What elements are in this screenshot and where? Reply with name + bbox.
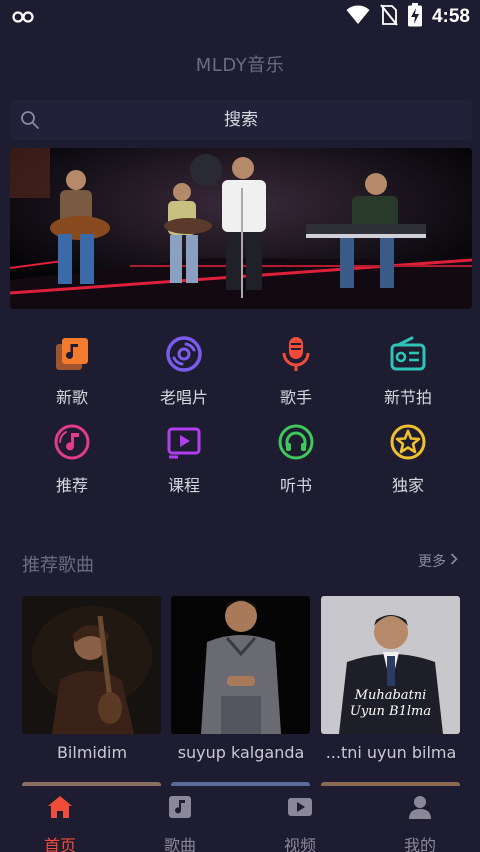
status-bar: 4:58	[0, 0, 480, 34]
tab-label: 视频	[283, 836, 316, 852]
quick-item-new-songs[interactable]: 新歌	[16, 332, 128, 412]
recommended-header: 推荐歌曲 更多	[22, 548, 458, 578]
search-placeholder[interactable]: 搜索	[10, 100, 472, 140]
tab-profile[interactable]: 我的	[360, 786, 480, 852]
bottom-tab-bar: 首页 歌曲 视频 我的	[0, 786, 480, 852]
song-card[interactable]: Bilmidim	[22, 596, 161, 762]
tab-label: 首页	[43, 836, 76, 852]
quick-item-new-beats[interactable]: 新节拍	[352, 332, 464, 412]
user-icon	[407, 794, 433, 820]
chevron-right-icon	[450, 553, 458, 569]
app-title: MLDY音乐	[195, 55, 285, 76]
star-circle-icon	[390, 424, 426, 460]
song-card[interactable]: suyup kalganda	[171, 596, 310, 762]
home-icon	[47, 794, 73, 820]
tab-label: 歌曲	[163, 836, 196, 852]
quick-item-label: 老唱片	[159, 388, 208, 407]
clock: 4:58	[431, 6, 470, 27]
search-bar[interactable]: 搜索	[10, 100, 472, 140]
quick-item-label: 新歌	[55, 388, 88, 407]
music-library-icon	[54, 336, 90, 372]
quick-item-label: 歌手	[279, 388, 312, 407]
quick-item-singers[interactable]: 歌手	[240, 332, 352, 412]
infinity-icon	[12, 9, 34, 28]
quick-item-label: 独家	[391, 476, 424, 495]
more-button[interactable]: 更多	[418, 551, 458, 571]
no-sim-icon	[380, 4, 398, 30]
section-title: 推荐歌曲	[22, 555, 94, 576]
tab-home[interactable]: 首页	[0, 786, 120, 852]
song-cover-image[interactable]	[22, 596, 161, 734]
headphones-icon	[278, 424, 314, 460]
quick-item-audiobooks[interactable]: 听书	[240, 420, 352, 500]
quick-item-label: 推荐	[55, 476, 88, 495]
tab-songs[interactable]: 歌曲	[120, 786, 240, 852]
song-cover-image[interactable]	[171, 596, 310, 734]
quick-item-recommend[interactable]: 推荐	[16, 420, 128, 500]
radio-icon	[390, 336, 426, 372]
quick-item-label: 新节拍	[383, 388, 432, 407]
song-title: ...tni uyun bilma	[325, 743, 457, 762]
tab-videos[interactable]: 视频	[240, 786, 360, 852]
cover-text: Muhabatni Uyun B1lma	[349, 688, 432, 719]
play-box-icon	[166, 424, 202, 460]
song-card[interactable]: Muhabatni Uyun B1lma ...tni uyun bilma	[321, 596, 460, 762]
quick-item-exclusive[interactable]: 独家	[352, 420, 464, 500]
video-play-icon	[287, 794, 313, 820]
wifi-icon	[346, 5, 370, 29]
vinyl-record-icon	[166, 336, 202, 372]
song-title: suyup kalganda	[177, 743, 305, 762]
quick-item-courses[interactable]: 课程	[128, 420, 240, 500]
song-cover-image[interactable]: Muhabatni Uyun B1lma	[321, 596, 460, 734]
banner-image[interactable]	[10, 148, 472, 309]
more-label: 更多	[418, 554, 446, 570]
music-note-icon	[167, 794, 193, 820]
microphone-icon	[278, 336, 314, 372]
music-note-circle-icon	[54, 424, 90, 460]
quick-item-old-records[interactable]: 老唱片	[128, 332, 240, 412]
song-title: Bilmidim	[56, 743, 128, 762]
quick-item-label: 课程	[167, 476, 200, 495]
quick-item-label: 听书	[279, 476, 312, 495]
battery-charging-icon	[407, 3, 422, 31]
tab-label: 我的	[403, 836, 436, 852]
